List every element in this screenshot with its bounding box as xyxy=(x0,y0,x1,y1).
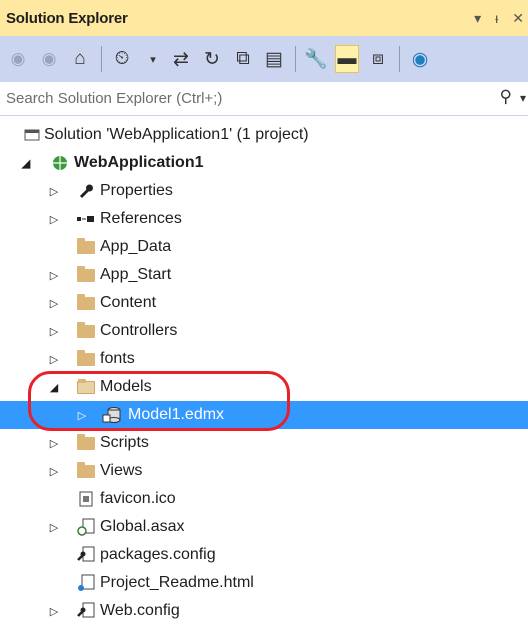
tree-item-views[interactable]: ▷ Views xyxy=(0,457,528,485)
tree-item-references[interactable]: ▷ References xyxy=(0,205,528,233)
toolbar-separator xyxy=(399,46,400,72)
collapsed-arrow-icon[interactable]: ▷ xyxy=(48,437,60,450)
collapsed-arrow-icon[interactable]: ▷ xyxy=(48,521,60,534)
tree-item-label: fonts xyxy=(100,350,135,367)
collapsed-arrow-icon[interactable]: ▷ xyxy=(48,353,60,366)
toolbar-separator xyxy=(101,46,102,72)
history-dropdown-icon[interactable]: ▾ xyxy=(141,45,165,73)
search-input[interactable]: Search Solution Explorer (Ctrl+;) xyxy=(6,90,222,107)
forward-icon[interactable]: ◉ xyxy=(37,45,61,73)
window-title: Solution Explorer xyxy=(6,9,128,27)
browser-icon[interactable]: ◉ xyxy=(408,45,432,73)
collapsed-arrow-icon[interactable]: ▷ xyxy=(48,605,60,618)
properties-icon[interactable]: 🔧 xyxy=(304,45,328,73)
collapsed-arrow-icon[interactable]: ▷ xyxy=(48,325,60,338)
view-class-diagram-icon[interactable]: ⧈ xyxy=(366,45,390,73)
toolbar: ◉ ◉ ⌂ ⏲ ▾ ⇄ ↻ ⧉ ▤ 🔧 ▬ ⧈ ◉ xyxy=(0,36,528,82)
folder-icon xyxy=(76,237,96,257)
tree-item-properties[interactable]: ▷ Properties xyxy=(0,177,528,205)
tree-item-favicon[interactable]: favicon.ico xyxy=(0,485,528,513)
config-file-icon xyxy=(76,545,96,565)
title-bar: Solution Explorer ▾ ᵻ ✕ xyxy=(0,0,528,36)
tree-item-web-config[interactable]: ▷ Web.config xyxy=(0,597,528,625)
history-icon[interactable]: ⏲ xyxy=(110,45,134,73)
tree-item-label: References xyxy=(100,210,182,227)
solution-label: Solution 'WebApplication1' (1 project) xyxy=(44,126,309,143)
tree-item-label: Controllers xyxy=(100,322,178,339)
folder-icon xyxy=(76,461,96,481)
tree-item-fonts[interactable]: ▷ fonts xyxy=(0,345,528,373)
tree-item-label: Project_Readme.html xyxy=(100,574,254,591)
tree-item-project-readme[interactable]: Project_Readme.html xyxy=(0,569,528,597)
pin-icon[interactable]: ᵻ xyxy=(495,10,498,26)
tree-item-solution[interactable]: Solution 'WebApplication1' (1 project) xyxy=(0,121,528,149)
expanded-arrow-icon[interactable]: ◢ xyxy=(20,157,32,170)
close-icon[interactable]: ✕ xyxy=(512,10,524,27)
tree-item-label: packages.config xyxy=(100,546,216,563)
search-dropdown-icon[interactable]: ▾ xyxy=(520,91,526,105)
tree-item-label: favicon.ico xyxy=(100,490,176,507)
tree-item-label: Scripts xyxy=(100,434,149,451)
wrench-icon xyxy=(76,181,96,201)
tree-item-label: App_Data xyxy=(100,238,172,255)
folder-icon xyxy=(76,321,96,341)
config-file-icon xyxy=(76,601,96,621)
tree-item-content[interactable]: ▷ Content xyxy=(0,289,528,317)
collapsed-arrow-icon[interactable]: ▷ xyxy=(48,185,60,198)
collapsed-arrow-icon[interactable]: ▷ xyxy=(48,213,60,226)
search-icon[interactable]: ⚲ xyxy=(500,87,512,107)
folder-icon xyxy=(76,265,96,285)
web-project-icon xyxy=(50,153,70,173)
toolbar-separator xyxy=(295,46,296,72)
references-icon xyxy=(76,209,96,229)
tree-item-label: Web.config xyxy=(100,602,180,619)
image-file-icon xyxy=(76,489,96,509)
back-icon[interactable]: ◉ xyxy=(6,45,30,73)
tree-item-label: Properties xyxy=(100,182,173,199)
tree-item-label: App_Start xyxy=(100,266,172,283)
tree-item-app-start[interactable]: ▷ App_Start xyxy=(0,261,528,289)
collapse-all-icon[interactable]: ⧉ xyxy=(231,45,255,73)
solution-icon xyxy=(22,125,42,145)
tree-item-controllers[interactable]: ▷ Controllers xyxy=(0,317,528,345)
asax-file-icon xyxy=(76,517,96,537)
sync-icon[interactable]: ⇄ xyxy=(169,45,193,73)
project-label: WebApplication1 xyxy=(74,154,204,171)
home-icon[interactable]: ⌂ xyxy=(68,45,92,73)
collapsed-arrow-icon[interactable]: ▷ xyxy=(48,269,60,282)
folder-icon xyxy=(76,433,96,453)
tree-item-packages-config[interactable]: packages.config xyxy=(0,541,528,569)
collapsed-arrow-icon[interactable]: ▷ xyxy=(48,465,60,478)
dropdown-icon[interactable]: ▾ xyxy=(474,10,481,27)
collapsed-arrow-icon[interactable]: ▷ xyxy=(48,297,60,310)
tree-item-app-data[interactable]: App_Data xyxy=(0,233,528,261)
tree-item-project[interactable]: ◢ WebApplication1 xyxy=(0,149,528,177)
tree-item-scripts[interactable]: ▷ Scripts xyxy=(0,429,528,457)
tree-item-global-asax[interactable]: ▷ Global.asax xyxy=(0,513,528,541)
tree-item-label: Content xyxy=(100,294,157,311)
show-all-files-icon[interactable]: ▤ xyxy=(262,45,286,73)
html-file-icon xyxy=(76,573,96,593)
refresh-icon[interactable]: ↻ xyxy=(200,45,224,73)
tree-item-label: Global.asax xyxy=(100,518,185,535)
tree-item-label: Views xyxy=(100,462,143,479)
folder-icon xyxy=(76,293,96,313)
preview-icon[interactable]: ▬ xyxy=(335,45,359,73)
folder-icon xyxy=(76,349,96,369)
search-box[interactable]: Search Solution Explorer (Ctrl+;) ⚲ ▾ xyxy=(0,82,528,116)
annotation-highlight xyxy=(28,371,290,431)
